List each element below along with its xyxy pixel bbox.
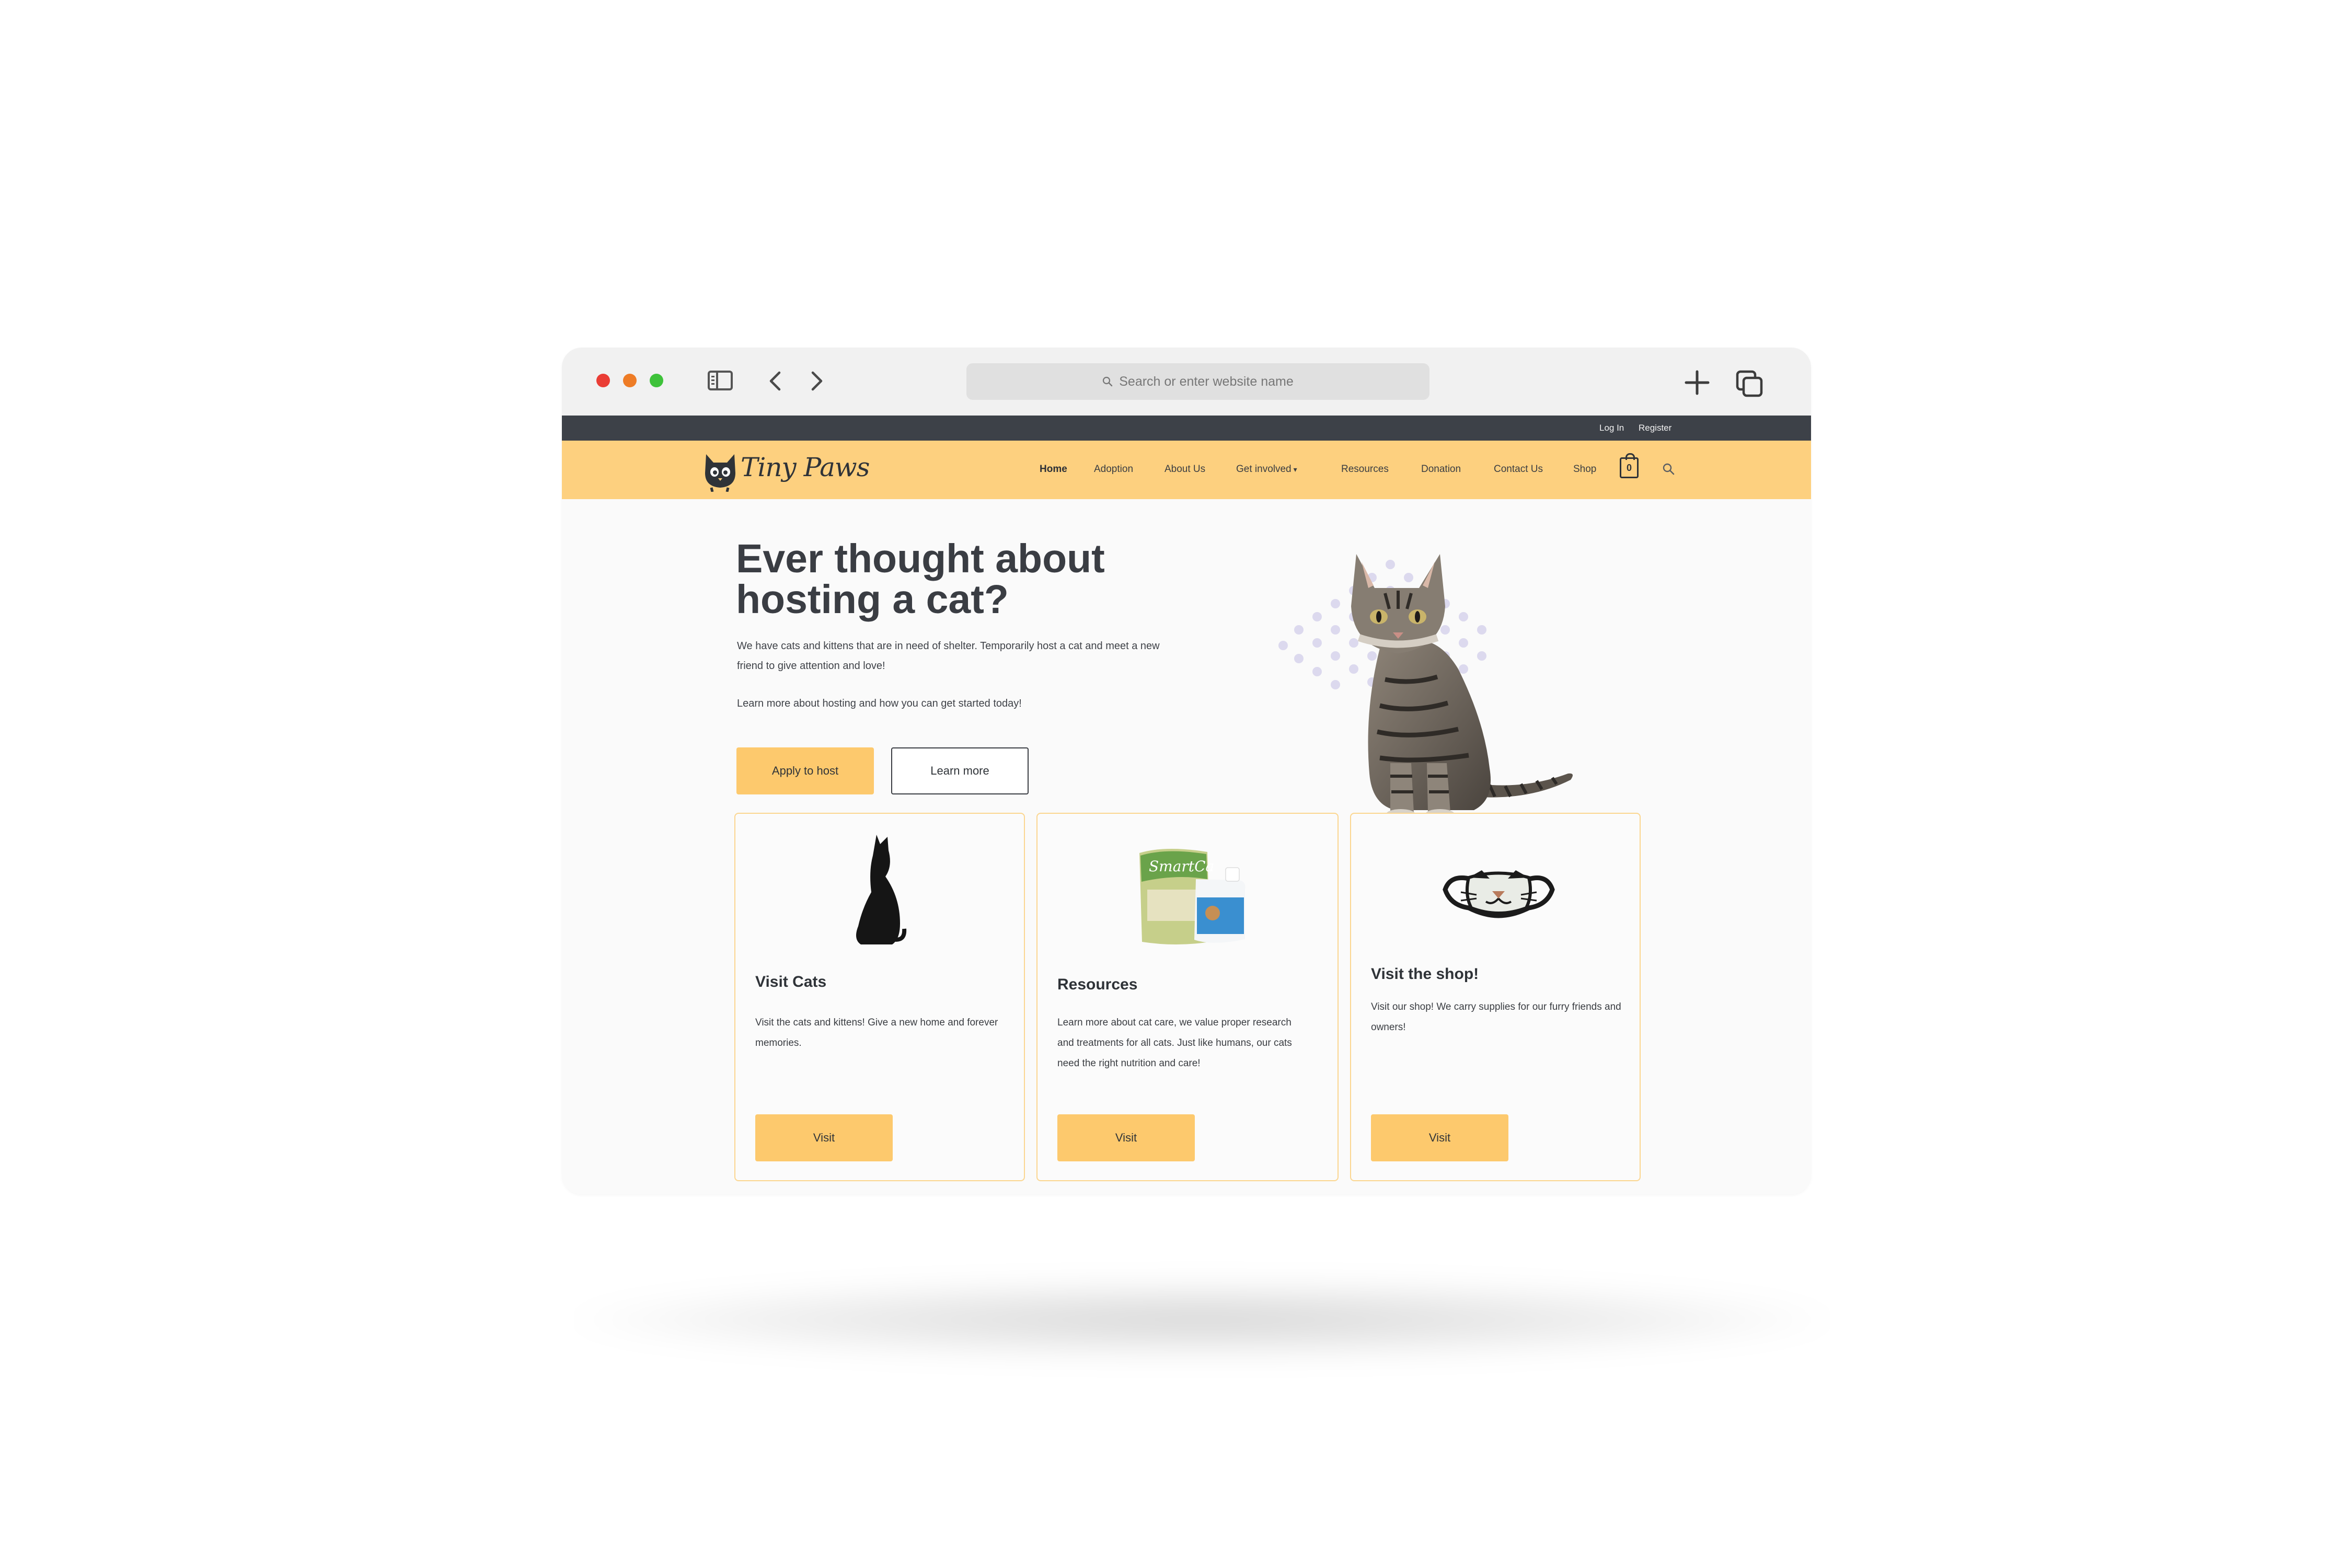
resources-visit-button[interactable]: Visit [1057, 1114, 1195, 1161]
login-link[interactable]: Log In [1599, 423, 1624, 433]
hero-description: We have cats and kittens that are in nee… [737, 640, 1160, 672]
card-description: Visit our shop! We carry supplies for ou… [1371, 1001, 1621, 1033]
svg-text:SmartCa: SmartCa [1149, 858, 1214, 875]
tab-overview-icon[interactable] [1735, 370, 1765, 399]
forward-arrow-icon[interactable] [803, 366, 829, 396]
tabby-cat-image [1351, 554, 1573, 820]
browser-toolbar: Search or enter website name [562, 348, 1811, 416]
visit-cats-button[interactable]: Visit [755, 1114, 893, 1161]
nav-get-involved-label: Get involved [1236, 464, 1292, 475]
minimize-window-button[interactable] [623, 374, 637, 387]
browser-window: Search or enter website name Log In Regi… [562, 348, 1811, 1194]
apply-to-host-button[interactable]: Apply to host [736, 747, 874, 794]
cart-count: 0 [1626, 463, 1632, 473]
nav-shop[interactable]: Shop [1573, 464, 1596, 475]
register-link[interactable]: Register [1639, 423, 1671, 433]
card-title: Visit Cats [755, 973, 827, 990]
card-title: Resources [1057, 976, 1138, 993]
site-logo-text[interactable]: Tiny Paws [741, 452, 870, 482]
shopping-bag-icon[interactable]: 0 [1620, 453, 1639, 478]
zoom-window-button[interactable] [650, 374, 663, 387]
close-window-button[interactable] [596, 374, 610, 387]
new-tab-plus-icon[interactable] [1683, 368, 1711, 397]
search-icon[interactable] [1662, 463, 1676, 476]
learn-more-button[interactable]: Learn more [891, 747, 1029, 794]
account-top-bar: Log In Register [562, 416, 1811, 441]
chevron-down-icon: ▾ [1293, 465, 1297, 474]
cat-logo-icon[interactable] [702, 450, 739, 492]
visit-shop-button[interactable]: Visit [1371, 1114, 1508, 1161]
nav-resources[interactable]: Resources [1341, 464, 1389, 475]
card-description: Visit the cats and kittens! Give a new h… [755, 1017, 998, 1048]
address-search-icon [1103, 376, 1113, 387]
address-placeholder: Search or enter website name [1119, 374, 1294, 389]
nav-about-us[interactable]: About Us [1165, 464, 1205, 475]
hero-subtext: Learn more about hosting and how you can… [737, 698, 1022, 709]
black-cat-image [856, 835, 907, 944]
hero-title: Ever thought about hosting a cat? [736, 536, 1105, 622]
nav-get-involved[interactable]: Get involved ▾ [1236, 464, 1297, 475]
sidebar-toggle-icon[interactable] [708, 371, 733, 390]
card-description: Learn more about cat care, we value prop… [1057, 1017, 1292, 1069]
nav-adoption[interactable]: Adoption [1094, 464, 1133, 475]
card-title: Visit the shop! [1371, 965, 1479, 983]
window-drop-shadow [564, 1281, 1840, 1359]
resources-card: SmartCa Resources Learn more about cat c… [1036, 813, 1339, 1181]
nav-contact-us[interactable]: Contact Us [1494, 464, 1543, 475]
cat-litter-products-image: SmartCa [1139, 848, 1246, 944]
visit-shop-card: Visit the shop! Visit our shop! We carry… [1350, 813, 1641, 1181]
address-bar[interactable]: Search or enter website name [966, 363, 1429, 400]
page-content: Ever thought about hosting a cat? We hav… [562, 499, 1811, 1194]
back-arrow-icon[interactable] [763, 366, 789, 396]
cat-face-mask-image [1443, 870, 1555, 918]
nav-home[interactable]: Home [1040, 464, 1067, 475]
site-header: Tiny Paws Home Adoption About Us Get inv… [562, 441, 1811, 499]
nav-donation[interactable]: Donation [1421, 464, 1461, 475]
visit-cats-card: Visit Cats Visit the cats and kittens! G… [734, 813, 1025, 1181]
